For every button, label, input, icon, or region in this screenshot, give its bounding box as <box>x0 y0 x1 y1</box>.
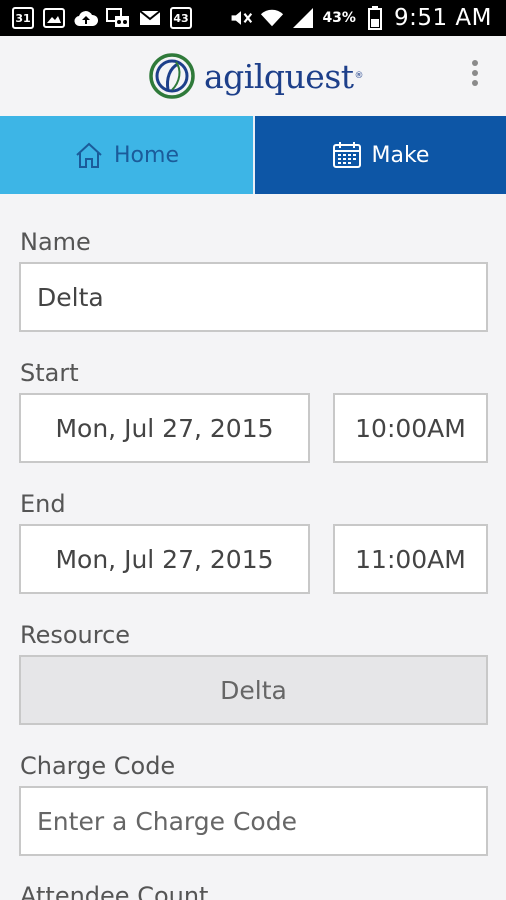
clock: 9:51 AM <box>393 5 492 31</box>
start-date-field[interactable]: Mon, Jul 27, 2015 <box>19 393 310 463</box>
end-date-value: Mon, Jul 27, 2015 <box>55 544 274 574</box>
tab-make-label: Make <box>371 142 430 168</box>
email-icon <box>138 7 162 29</box>
start-time-field[interactable]: 10:00AM <box>333 393 488 463</box>
start-date-value: Mon, Jul 27, 2015 <box>55 413 274 443</box>
tab-home-label: Home <box>114 142 179 168</box>
overflow-menu-icon[interactable] <box>470 60 480 92</box>
end-date-field[interactable]: Mon, Jul 27, 2015 <box>19 524 310 594</box>
charge-code-placeholder: Enter a Charge Code <box>37 806 297 836</box>
resource-field[interactable]: Delta <box>19 655 488 725</box>
notification-icons: 31 43 <box>12 6 192 30</box>
start-label: Start <box>20 359 79 387</box>
name-field[interactable]: Delta <box>19 262 488 332</box>
tab-home[interactable]: Home <box>0 116 253 194</box>
logo-mark-icon <box>149 53 195 99</box>
end-label: End <box>20 490 66 518</box>
cloud-upload-icon <box>74 7 98 29</box>
photo-icon <box>42 7 66 29</box>
logo-text: agilquest <box>204 56 354 96</box>
app-icon: 43 <box>170 7 192 29</box>
tab-bar: Home Make <box>0 116 506 194</box>
name-label: Name <box>20 228 91 256</box>
calendar-grid-icon <box>332 142 361 168</box>
agilquest-logo: agilquest ® <box>148 49 364 103</box>
battery-icon <box>363 6 387 30</box>
system-icons: 43% 9:51 AM <box>229 4 492 32</box>
battery-percent: 43% <box>322 10 356 26</box>
wifi-icon <box>260 7 284 29</box>
home-icon <box>76 142 102 168</box>
mute-icon <box>229 7 253 29</box>
resource-label: Resource <box>20 621 131 649</box>
tab-make[interactable]: Make <box>253 116 506 194</box>
charge-code-input[interactable]: Enter a Charge Code <box>19 786 488 856</box>
app-header: agilquest ® <box>0 36 506 116</box>
logo-registered: ® <box>354 71 364 81</box>
end-time-value: 11:00AM <box>355 544 466 574</box>
voicemail-icon <box>106 7 130 29</box>
resource-value: Delta <box>220 675 287 705</box>
attendee-count-label: Attendee Count <box>20 882 209 900</box>
calendar-icon: 31 <box>12 7 34 29</box>
signal-icon <box>291 7 315 29</box>
charge-code-label: Charge Code <box>20 752 176 780</box>
name-field-value: Delta <box>37 282 104 312</box>
status-bar: 31 43 43% 9:51 AM <box>0 0 506 36</box>
start-time-value: 10:00AM <box>355 413 466 443</box>
end-time-field[interactable]: 11:00AM <box>333 524 488 594</box>
